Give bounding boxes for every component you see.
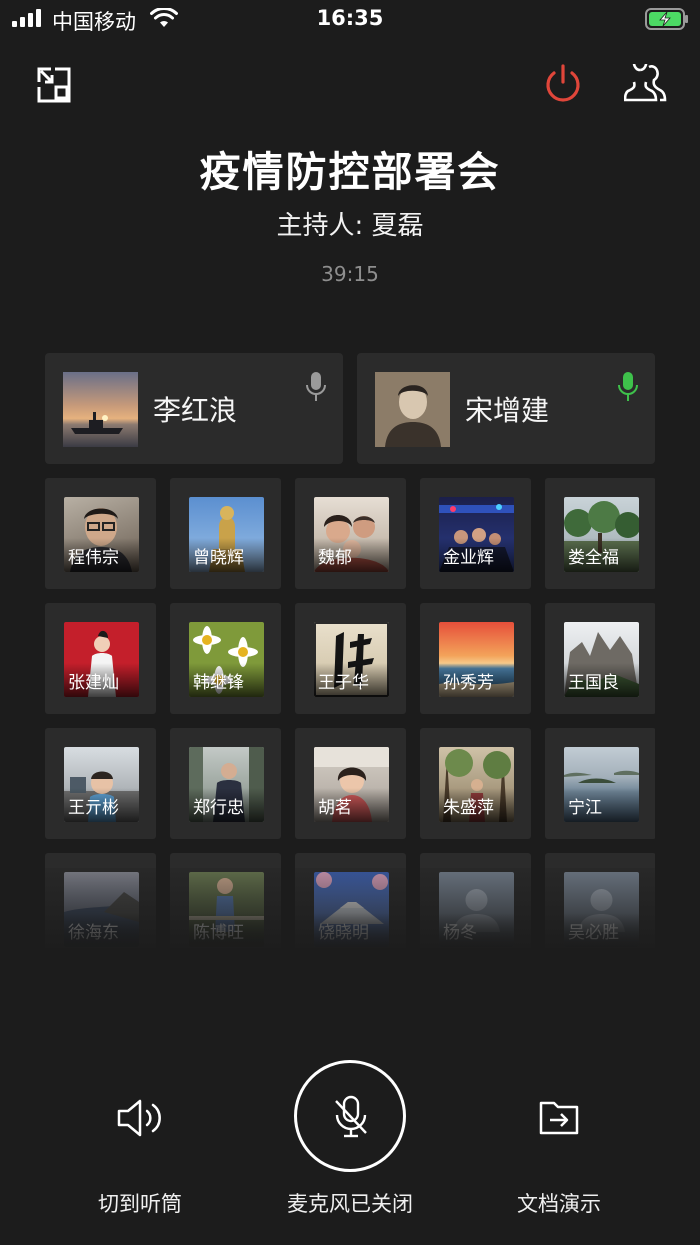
participant-photo: 宁江 (564, 747, 639, 822)
participant-name: 王亓彬 (68, 798, 119, 818)
participant-name: 王国良 (568, 673, 619, 693)
participant-tile[interactable]: 陈博旺 (170, 853, 281, 948)
participant-name: 杨冬 (443, 923, 477, 943)
participant-name: 吴必胜 (568, 923, 619, 943)
members-list-button[interactable] (624, 64, 670, 104)
mic-status-label: 麦克风已关闭 (287, 1192, 413, 1216)
mic-off-icon (335, 1095, 367, 1138)
participant-tile[interactable]: 孙秀芳 (420, 603, 531, 714)
speaker-name: 宋增建 (465, 394, 550, 427)
participant-name: 曾晓辉 (193, 548, 244, 568)
participant-name: 郑行忠 (193, 798, 244, 818)
participant-tile[interactable]: 张建灿 (45, 603, 156, 714)
participant-name: 魏郁 (318, 548, 352, 568)
participant-photo: 吴必胜 (564, 872, 639, 947)
participant-tile[interactable]: 徐海东 (45, 853, 156, 948)
participant-photo: 曾晓辉 (189, 497, 264, 572)
participant-photo: 郑行忠 (189, 747, 264, 822)
end-meeting-power-button[interactable] (543, 64, 583, 104)
participant-tile[interactable]: 王国良 (545, 603, 655, 714)
folder-share-icon (539, 1101, 579, 1135)
clock-time: 16:35 (316, 6, 384, 30)
participant-photo: 陈博旺 (189, 872, 264, 947)
participant-photo: 孙秀芳 (439, 622, 514, 697)
participant-tile[interactable]: 宁江 (545, 728, 655, 839)
meeting-screen: 中国移动 16:35 疫情防控部署会 主持人: 夏磊 39:15 李红浪 宋增建… (0, 0, 700, 1245)
participant-tile[interactable]: 王子华 (295, 603, 406, 714)
mic-active-icon (618, 372, 638, 401)
participant-name: 陈博旺 (193, 923, 244, 943)
participant-photo: 徐海东 (64, 872, 139, 947)
share-document-button[interactable]: 文档演示 (459, 1060, 659, 1220)
participant-photo: 程伟宗 (64, 497, 139, 572)
participant-tile[interactable]: 韩继锋 (170, 603, 281, 714)
meeting-host: 主持人: 夏磊 (276, 211, 424, 241)
participant-name: 娄全福 (568, 548, 619, 568)
speaker-card[interactable]: 宋增建 (357, 353, 655, 464)
participant-name: 程伟宗 (68, 548, 119, 568)
participant-tile[interactable]: 金业辉 (420, 478, 531, 589)
participant-photo: 张建灿 (64, 622, 139, 697)
participant-tile[interactable]: 程伟宗 (45, 478, 156, 589)
switch-earpiece-button[interactable]: 切到听筒 (40, 1060, 240, 1220)
participant-photo: 杨冬 (439, 872, 514, 947)
mic-idle-icon (306, 372, 326, 401)
participant-tile[interactable]: 吴必胜 (545, 853, 655, 948)
participant-name: 王子华 (318, 673, 369, 693)
participant-name: 饶晓明 (318, 923, 369, 943)
status-bar: 中国移动 16:35 (0, 0, 700, 40)
participant-name: 金业辉 (443, 548, 494, 568)
participant-tile[interactable]: 娄全福 (545, 478, 655, 589)
participant-tile[interactable]: 朱盛萍 (420, 728, 531, 839)
switch-earpiece-label: 切到听筒 (98, 1192, 182, 1216)
participant-photo: 王国良 (564, 622, 639, 697)
speaker-name: 李红浪 (153, 394, 238, 427)
participant-tile[interactable]: 曾晓辉 (170, 478, 281, 589)
participant-name: 胡茗 (318, 798, 352, 818)
participant-photo: 娄全福 (564, 497, 639, 572)
participant-photo: 朱盛萍 (439, 747, 514, 822)
participant-photo: 饶晓明 (314, 872, 389, 947)
participant-grid: 程伟宗 曾晓辉 魏郁 金业辉 娄全福 张建灿 韩继锋 王子华 孙秀芳 王国良 王… (45, 478, 655, 948)
battery-charging-icon (645, 8, 688, 30)
participant-photo: 韩继锋 (189, 622, 264, 697)
toggle-microphone-button[interactable]: 麦克风已关闭 (250, 1060, 450, 1220)
participant-photo: 王亓彬 (64, 747, 139, 822)
participant-name: 张建灿 (68, 673, 119, 693)
mic-toggle-circle (294, 1060, 406, 1172)
participant-photo: 金业辉 (439, 497, 514, 572)
participant-photo: 魏郁 (314, 497, 389, 572)
participant-photo: 胡茗 (314, 747, 389, 822)
speaker-card[interactable]: 李红浪 (45, 353, 343, 464)
speaker-avatar (63, 372, 138, 447)
meeting-elapsed-time: 39:15 (321, 262, 379, 286)
participant-tile[interactable]: 饶晓明 (295, 853, 406, 948)
participant-name: 徐海东 (68, 923, 119, 943)
participant-name: 孙秀芳 (443, 673, 494, 693)
speaker-volume-icon (117, 1099, 161, 1137)
participant-name: 朱盛萍 (443, 798, 494, 818)
participant-tile[interactable]: 胡茗 (295, 728, 406, 839)
participant-tile[interactable]: 王亓彬 (45, 728, 156, 839)
meeting-title: 疫情防控部署会 (199, 148, 501, 196)
share-document-label: 文档演示 (517, 1192, 601, 1216)
participant-photo: 王子华 (314, 622, 389, 697)
participant-name: 宁江 (568, 798, 602, 818)
minimize-window-button[interactable] (35, 66, 73, 104)
speaker-avatar (375, 372, 450, 447)
participant-name: 韩继锋 (193, 673, 244, 693)
participant-tile[interactable]: 郑行忠 (170, 728, 281, 839)
participant-tile[interactable]: 魏郁 (295, 478, 406, 589)
participant-tile[interactable]: 杨冬 (420, 853, 531, 948)
